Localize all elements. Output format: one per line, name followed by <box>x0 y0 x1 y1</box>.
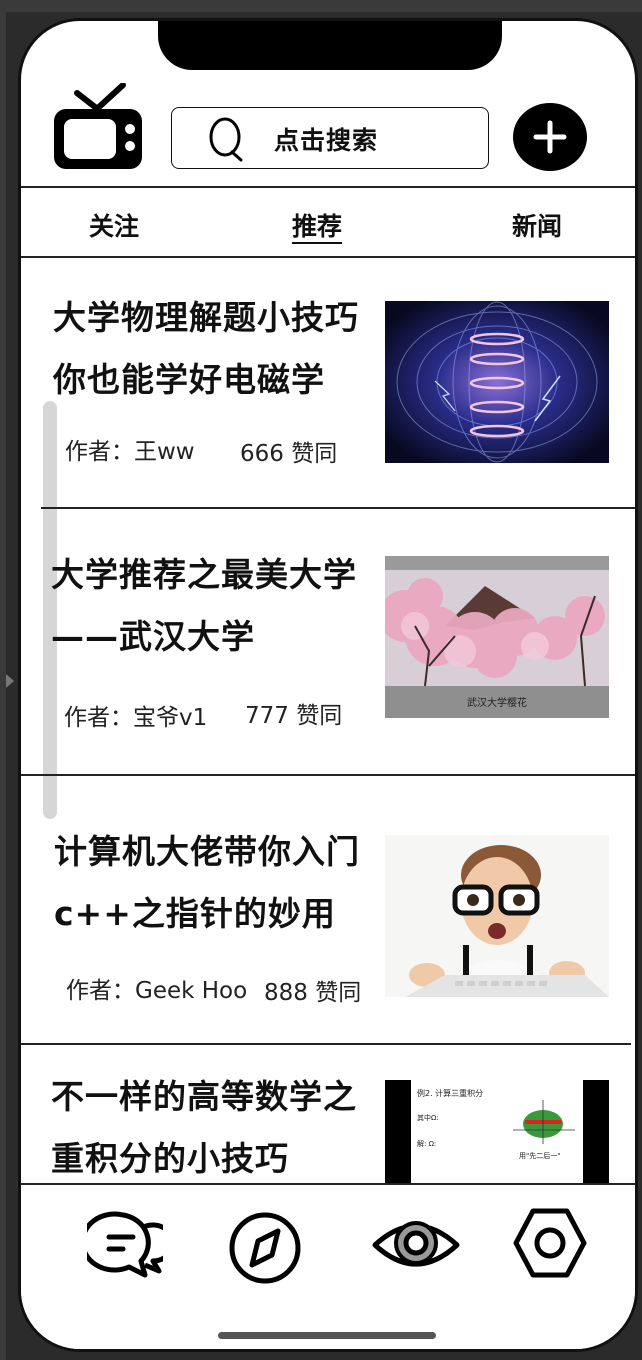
list-item[interactable]: 大学物理解题小技巧 你也能学好电磁学 作者：王ww 666 赞同 <box>21 257 635 507</box>
list-item[interactable]: 计算机大佬带你入门 c++之指针的妙用 作者：Geek Hoo 888 赞同 <box>21 775 635 1043</box>
item-likes: 888 赞同 <box>264 980 362 1006</box>
item-title: 大学物理解题小技巧 你也能学好电磁学 <box>53 298 359 399</box>
compass-icon[interactable] <box>228 1211 302 1289</box>
tab-news[interactable]: 新闻 <box>512 207 562 243</box>
electromagnetic-field-image <box>385 301 609 463</box>
item-author: 作者：王ww <box>65 439 195 465</box>
eye-icon[interactable] <box>371 1213 461 1281</box>
home-indicator[interactable] <box>218 1332 436 1339</box>
add-button[interactable] <box>513 103 587 171</box>
search-icon <box>208 116 246 162</box>
bottom-nav-divider <box>21 1183 635 1185</box>
item-likes: 777 赞同 <box>245 703 343 729</box>
chat-icon[interactable] <box>80 1211 176 1283</box>
svg-text:解: Ω:: 解: Ω: <box>417 1139 436 1148</box>
tab-recommend[interactable]: 推荐 <box>292 207 342 243</box>
phone-screen: 点击搜索 关注 推荐 新闻 大学物理解题小技巧 你也能学好电磁学 作者：王ww … <box>18 18 638 1352</box>
triple-integral-slide-image: 例2. 计算三重积分 其中Ω: 解: Ω: 用"先二后一" <box>385 1080 609 1184</box>
programmer-keyboard-image <box>385 835 609 997</box>
svg-text:其中Ω:: 其中Ω: <box>417 1113 439 1122</box>
svg-text:用"先二后一": 用"先二后一" <box>519 1151 560 1160</box>
svg-text:武汉大学樱花: 武汉大学樱花 <box>467 696 527 709</box>
search-bar[interactable]: 点击搜索 <box>171 107 489 169</box>
item-title: 计算机大佬带你入门 c++之指针的妙用 <box>54 832 360 933</box>
settings-hexagon-icon[interactable] <box>513 1207 587 1283</box>
item-title: 大学推荐之最美大学 ——武汉大学 <box>51 555 357 656</box>
cherry-blossom-image: 武汉大学樱花 <box>385 556 609 718</box>
bottom-nav <box>21 1183 635 1349</box>
search-placeholder: 点击搜索 <box>274 126 379 155</box>
header-divider <box>21 186 635 188</box>
tv-icon <box>51 82 145 173</box>
item-likes: 666 赞同 <box>240 441 338 467</box>
item-title: 不一样的高等数学之 重积分的小技巧 <box>51 1077 357 1178</box>
phone-notch <box>158 21 502 70</box>
tab-follow[interactable]: 关注 <box>89 207 139 243</box>
item-author: 作者：Geek Hoo <box>66 978 248 1004</box>
list-item[interactable]: 大学推荐之最美大学 ——武汉大学 作者：宝爷v1 777 赞同 武汉大学樱花 <box>21 508 635 774</box>
svg-text:例2. 计算三重积分: 例2. 计算三重积分 <box>417 1088 483 1098</box>
panel-collapse-handle[interactable] <box>6 674 14 688</box>
list-item[interactable]: 不一样的高等数学之 重积分的小技巧 例2. 计算三重积分 其中Ω: 解: Ω: … <box>21 1044 635 1184</box>
plus-icon <box>533 120 567 154</box>
item-author: 作者：宝爷v1 <box>64 705 208 731</box>
